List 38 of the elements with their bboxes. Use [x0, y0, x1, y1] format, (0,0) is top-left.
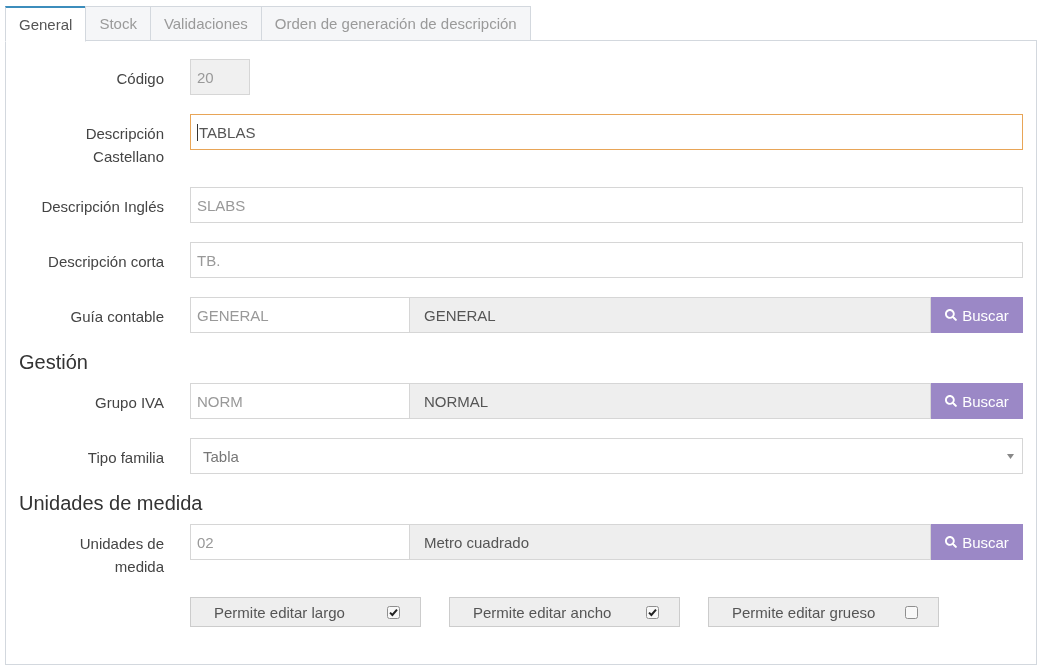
code-field[interactable]: GENERAL	[190, 297, 410, 333]
caret-icon	[1007, 453, 1014, 459]
checkbox[interactable]	[387, 605, 400, 619]
field-label: Grupo IVA	[94, 393, 164, 413]
dropdown[interactable]: Tabla	[190, 438, 1023, 474]
tab[interactable]: General	[5, 6, 87, 42]
tab[interactable]: Orden de generación de descripción	[260, 6, 531, 41]
search-button[interactable]: Buscar	[931, 524, 1023, 560]
text-field[interactable]: TB.	[190, 242, 1023, 278]
code-field[interactable]: NORM	[190, 383, 410, 419]
tab[interactable]: Stock	[85, 6, 151, 41]
search-icon	[945, 309, 958, 321]
description-field: Metro cuadrado	[410, 524, 931, 560]
field-label: Descripción Castellano	[84, 124, 164, 167]
field-label: Código	[115, 69, 164, 89]
search-button[interactable]: Buscar	[931, 297, 1023, 333]
search-icon	[945, 395, 958, 407]
field-label: Descripción corta	[47, 252, 164, 272]
search-icon	[945, 536, 958, 548]
description-field: GENERAL	[410, 297, 931, 333]
section-heading: Unidades de medida	[19, 491, 204, 516]
text-field[interactable]: SLABS	[190, 187, 1023, 223]
search-button[interactable]: Buscar	[931, 383, 1023, 419]
code-field[interactable]: 02	[190, 524, 410, 560]
text-cursor	[197, 123, 198, 141]
text-field[interactable]: TABLAS	[190, 114, 1023, 150]
checkbox[interactable]	[646, 605, 659, 619]
checkbox[interactable]	[905, 605, 918, 619]
field-label: Unidades de medida	[78, 534, 164, 577]
tab[interactable]: Validaciones	[149, 6, 262, 41]
field-label: Guía contable	[69, 307, 164, 327]
field-label: Descripción Inglés	[40, 197, 164, 217]
description-field: NORMAL	[410, 383, 931, 419]
field-label: Tipo familia	[86, 448, 164, 468]
checkbox-option[interactable]: Permite editar ancho	[449, 597, 680, 627]
checkbox-option[interactable]: Permite editar largo	[190, 597, 421, 627]
checkbox-option[interactable]: Permite editar grueso	[708, 597, 939, 627]
section-heading: Gestión	[19, 350, 89, 375]
